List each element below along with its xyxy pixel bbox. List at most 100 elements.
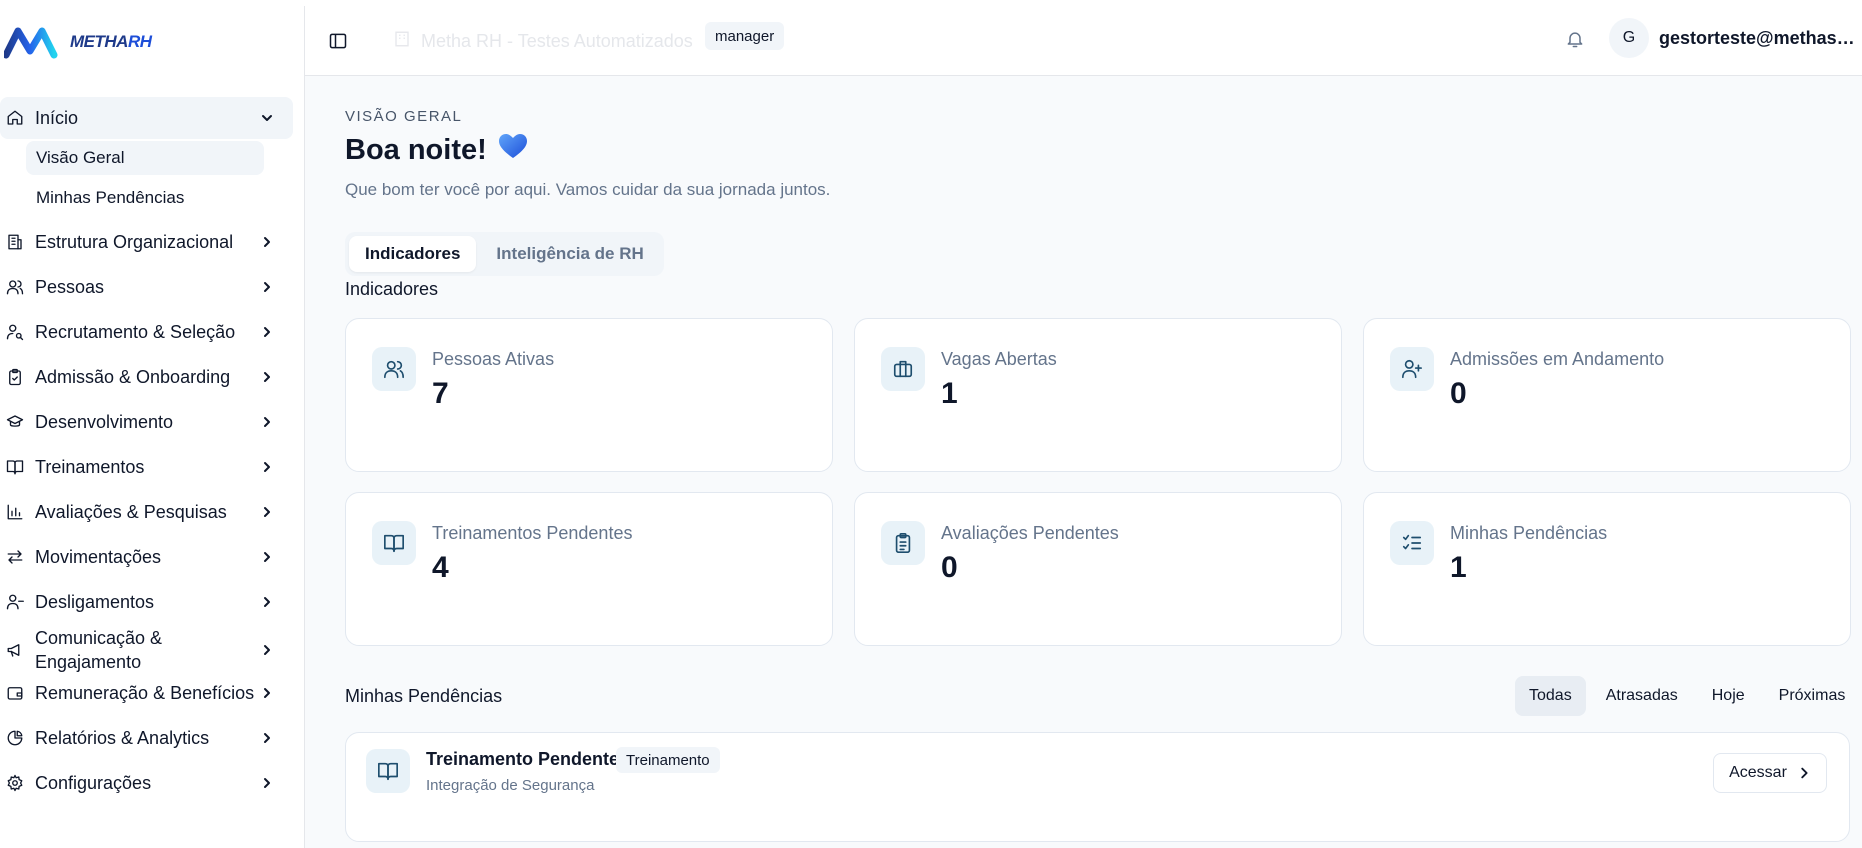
sidebar-item-relatorios-analytics[interactable]: Relatórios & Analytics: [0, 717, 293, 759]
sidebar-toggle-button[interactable]: [325, 28, 351, 54]
kpi-label: Admissões em Andamento: [1450, 349, 1665, 369]
sidebar-item-label: Recrutamento & Seleção: [35, 322, 236, 342]
filter-atrasadas[interactable]: Atrasadas: [1592, 676, 1692, 716]
kpi-value: 0: [941, 551, 958, 584]
sidebar-item-label: Comunicação & Engajamento: [35, 628, 163, 672]
access-button[interactable]: Acessar: [1713, 753, 1827, 793]
chevron-right-icon: [259, 234, 275, 250]
kpi-card-admissoes-andamento[interactable]: Admissões em Andamento 0: [1363, 318, 1851, 472]
sidebar-item-label: Pessoas: [35, 277, 105, 297]
sidebar-item-movimentacoes[interactable]: Movimentações: [0, 536, 293, 578]
pendencia-title: Treinamento Pendente: [426, 749, 620, 769]
book-open-icon: [372, 521, 416, 565]
notifications-button[interactable]: [1562, 26, 1588, 52]
filter-proximas[interactable]: Próximas: [1765, 676, 1860, 716]
section-title: Indicadores: [345, 279, 439, 299]
pie-chart-icon: [5, 728, 25, 748]
sidebar-item-admissao-onboarding[interactable]: Admissão & Onboarding: [0, 356, 293, 398]
chevron-down-icon: [259, 110, 275, 126]
kpi-card-treinamentos-pendentes[interactable]: Treinamentos Pendentes 4: [345, 492, 833, 646]
chevron-right-icon: [259, 549, 275, 565]
page-eyebrow: VISÃO GERAL: [345, 108, 463, 125]
gear-icon: [5, 773, 25, 793]
view-tabs: Indicadores Inteligência de RH: [345, 232, 664, 276]
bell-icon: [1567, 32, 1583, 48]
sidebar-item-recrutamento-selecao[interactable]: Recrutamento & Seleção: [0, 311, 293, 353]
sidebar-subitem-minhas-pendencias[interactable]: Minhas Pendências: [26, 181, 264, 215]
sidebar-item-avaliacoes-pesquisas[interactable]: Avaliações & Pesquisas: [0, 491, 293, 533]
sidebar-item-pessoas[interactable]: Pessoas: [0, 266, 293, 308]
kpi-card-vagas-abertas[interactable]: Vagas Abertas 1: [854, 318, 1342, 472]
kpi-card-avaliacoes-pendentes[interactable]: Avaliações Pendentes 0: [854, 492, 1342, 646]
heart-icon: [497, 132, 529, 168]
logo-mark-icon: [4, 27, 58, 59]
user-plus-icon: [1390, 347, 1434, 391]
clipboard-list-icon: [881, 521, 925, 565]
brand-logo[interactable]: METHARH: [4, 22, 152, 62]
pendencias-filters: Todas Atrasadas Hoje Próximas: [1515, 676, 1859, 718]
sidebar-item-inicio[interactable]: Início: [0, 97, 293, 139]
workspace-name: Metha RH - Testes Automatizados: [421, 30, 693, 51]
kpi-value: 4: [432, 551, 449, 584]
page-title: Boa noite!: [345, 132, 529, 168]
avatar[interactable]: G: [1609, 18, 1649, 58]
sidebar-item-desenvolvimento[interactable]: Desenvolvimento: [0, 401, 293, 443]
sidebar-item-label: Relatórios & Analytics: [35, 728, 210, 748]
user-minus-icon: [5, 592, 25, 612]
pendencia-item: Treinamento Pendente Treinamento Integra…: [345, 732, 1850, 842]
tab-indicadores[interactable]: Indicadores: [349, 236, 477, 272]
filter-todas[interactable]: Todas: [1515, 676, 1586, 716]
arrows-swap-icon: [5, 547, 25, 567]
graduation-cap-icon: [5, 412, 25, 432]
chevron-right-icon: [259, 685, 275, 701]
wallet-icon: [5, 683, 25, 703]
kpi-value: 0: [1450, 377, 1467, 410]
kpi-label: Pessoas Ativas: [432, 349, 555, 369]
main-content: VISÃO GERAL Boa noite! Que bom ter você …: [305, 76, 1862, 848]
chevron-right-icon: [1801, 767, 1808, 779]
access-button-label: Acessar: [1729, 764, 1787, 781]
kpi-label: Treinamentos Pendentes: [432, 523, 633, 543]
chevron-right-icon: [259, 594, 275, 610]
sidebar-item-comunicacao-engajamento[interactable]: Comunicação & Engajamento: [0, 626, 293, 674]
user-search-icon: [5, 322, 25, 342]
chevron-right-icon: [259, 459, 275, 475]
sidebar-item-remuneracao-beneficios[interactable]: Remuneração & Benefícios: [0, 672, 293, 714]
filter-hoje[interactable]: Hoje: [1698, 676, 1759, 716]
book-open-icon: [5, 457, 25, 477]
users-icon: [5, 277, 25, 297]
pendencia-type-badge: Treinamento: [616, 747, 720, 773]
bar-chart-icon: [5, 502, 25, 522]
sidebar-item-label: Desligamentos: [35, 592, 155, 612]
sidebar-subitem-visao-geral[interactable]: Visão Geral: [26, 141, 264, 175]
sidebar-item-label: Configurações: [35, 773, 152, 793]
megaphone-icon: [5, 640, 25, 660]
kpi-card-minhas-pendencias[interactable]: Minhas Pendências 1: [1363, 492, 1851, 646]
sidebar-item-label: Desenvolvimento: [35, 412, 174, 432]
building-icon: [5, 232, 25, 252]
sidebar-item-label: Movimentações: [35, 547, 162, 567]
user-email[interactable]: gestorteste@methasol...: [1659, 26, 1859, 50]
sidebar: METHARH Início Visão Geral Minhas Pendên…: [0, 6, 305, 848]
kpi-label: Avaliações Pendentes: [941, 523, 1119, 543]
sidebar-item-treinamentos[interactable]: Treinamentos: [0, 446, 293, 488]
chevron-right-icon: [259, 324, 275, 340]
briefcase-icon: [881, 347, 925, 391]
pendencia-subtitle: Integração de Segurança: [426, 777, 595, 794]
sidebar-item-estrutura-organizacional[interactable]: Estrutura Organizacional: [0, 221, 293, 263]
clipboard-check-icon: [5, 367, 25, 387]
building-icon: [393, 30, 411, 53]
sidebar-item-configuracoes[interactable]: Configurações: [0, 762, 293, 804]
sidebar-item-label: Treinamentos: [35, 457, 145, 477]
book-open-icon: [366, 749, 410, 793]
workspace-selector[interactable]: Metha RH - Testes Automatizados: [393, 26, 693, 56]
kpi-value: 1: [941, 377, 958, 410]
top-header: Metha RH - Testes Automatizados manager …: [305, 6, 1862, 76]
greeting-text: Boa noite!: [345, 133, 487, 166]
chevron-right-icon: [259, 414, 275, 430]
sidebar-item-desligamentos[interactable]: Desligamentos: [0, 581, 293, 623]
kpi-label: Minhas Pendências: [1450, 523, 1608, 543]
tab-inteligencia-rh[interactable]: Inteligência de RH: [480, 236, 659, 272]
kpi-card-pessoas-ativas[interactable]: Pessoas Ativas 7: [345, 318, 833, 472]
chevron-right-icon: [259, 279, 275, 295]
